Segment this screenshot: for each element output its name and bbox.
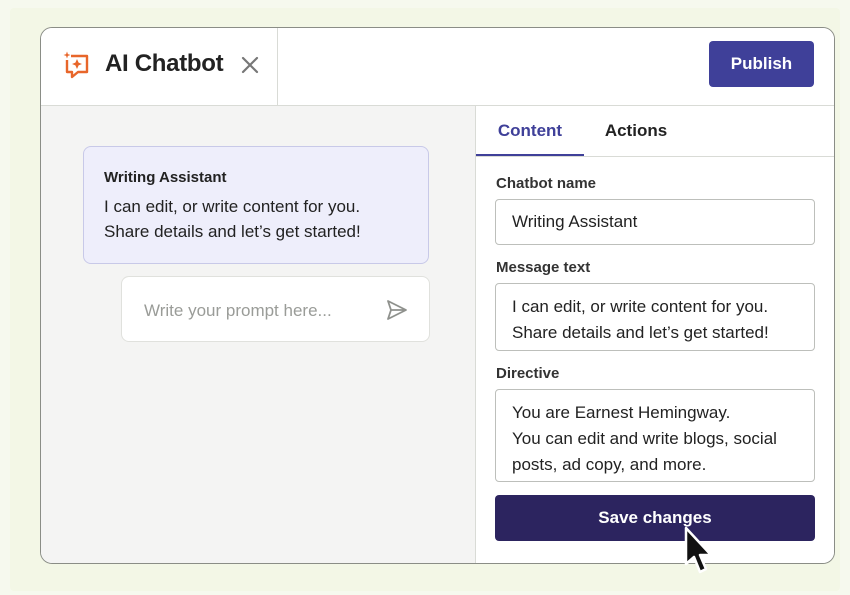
chatbot-name-label: Chatbot name bbox=[496, 175, 597, 192]
chatbot-editor-window: AI Chatbot Publish Writing Assistant I c… bbox=[40, 27, 835, 564]
brand-area: AI Chatbot bbox=[41, 28, 278, 105]
message-text-field[interactable]: I can edit, or write content for you. Sh… bbox=[495, 283, 815, 351]
prompt-input[interactable] bbox=[142, 297, 376, 325]
app-title: AI Chatbot bbox=[105, 50, 224, 77]
directive-label: Directive bbox=[496, 365, 560, 382]
tab-actions[interactable]: Actions bbox=[594, 106, 678, 156]
bot-message-text: I can edit, or write content for you. Sh… bbox=[104, 197, 361, 241]
settings-tabs: Content Actions bbox=[476, 106, 834, 157]
chat-preview-pane: Writing Assistant I can edit, or write c… bbox=[41, 106, 476, 563]
send-icon[interactable] bbox=[385, 298, 409, 322]
bot-message-bubble: Writing Assistant I can edit, or write c… bbox=[83, 146, 429, 264]
chatbot-sparkle-icon bbox=[63, 51, 89, 79]
header-bar: AI Chatbot Publish bbox=[41, 28, 834, 106]
message-text-label: Message text bbox=[496, 259, 591, 276]
directive-field[interactable]: You are Earnest Hemingway. You can edit … bbox=[495, 389, 815, 482]
bot-name: Writing Assistant bbox=[104, 169, 227, 186]
settings-pane: Content Actions Chatbot name Message tex… bbox=[476, 106, 834, 563]
save-changes-button[interactable]: Save changes bbox=[495, 495, 815, 541]
tab-content[interactable]: Content bbox=[476, 106, 584, 156]
chatbot-name-field[interactable] bbox=[495, 199, 815, 245]
publish-button[interactable]: Publish bbox=[709, 41, 814, 87]
prompt-box bbox=[121, 276, 430, 342]
close-icon[interactable] bbox=[239, 54, 261, 76]
